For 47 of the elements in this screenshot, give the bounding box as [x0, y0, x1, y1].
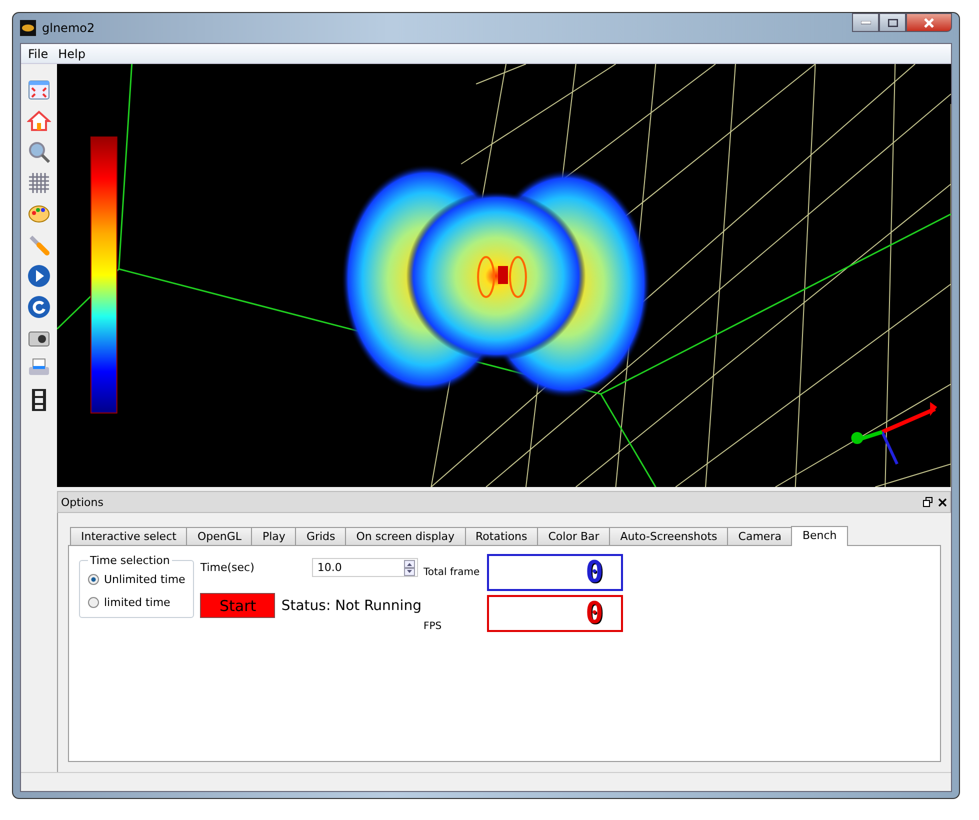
panel-title: Options [61, 496, 104, 508]
grid-icon[interactable] [27, 171, 51, 195]
tab[interactable]: Auto-Screenshots [609, 527, 728, 545]
maximize-button[interactable] [879, 13, 906, 32]
radio-icon[interactable] [88, 597, 99, 608]
menu-item[interactable]: Help [58, 46, 86, 60]
field-label: Time(sec) [200, 561, 254, 574]
close-button[interactable] [906, 13, 952, 32]
3d-viewport[interactable] [57, 64, 951, 487]
minimize-icon [860, 20, 870, 24]
home-icon[interactable] [27, 109, 51, 133]
close-icon [923, 18, 935, 28]
axes-gizmo-icon [851, 402, 938, 465]
reload-icon[interactable] [27, 295, 51, 319]
lcd-display: 0 [487, 554, 624, 591]
zoom-icon[interactable] [27, 140, 51, 164]
tab[interactable]: Rotations [464, 527, 538, 545]
group-title: Time selection [89, 554, 171, 567]
fullscreen-icon[interactable] [27, 78, 51, 102]
tab[interactable]: Play [251, 527, 296, 545]
display-label: Total frame [423, 567, 481, 578]
tab[interactable]: Camera [727, 527, 792, 545]
radio-option[interactable]: Unlimited time [88, 573, 186, 586]
radio-label: Unlimited time [104, 573, 186, 586]
tab[interactable]: OpenGL [186, 527, 252, 545]
radio-icon[interactable] [88, 574, 99, 585]
radio-option[interactable]: limited time [88, 596, 186, 609]
menu-item[interactable]: File [28, 46, 48, 60]
play-icon[interactable] [27, 264, 51, 288]
minimize-button[interactable] [852, 13, 879, 32]
tab[interactable]: Interactive select [70, 527, 188, 545]
radio-label: limited time [104, 596, 170, 609]
lcd-display: 0 [487, 595, 624, 632]
window-title: glnemo2 [42, 21, 95, 35]
tab[interactable]: Color Bar [537, 527, 610, 545]
maximize-icon [888, 18, 898, 26]
time-spinbox[interactable]: 10.0 [312, 558, 418, 577]
close-icon[interactable] [938, 498, 947, 506]
start-button[interactable]: Start [200, 593, 276, 618]
tab[interactable]: Bench [791, 526, 848, 546]
float-icon[interactable] [923, 497, 933, 507]
tab[interactable]: Grids [295, 527, 346, 545]
status-text: Status: Not Running [281, 598, 422, 614]
tab[interactable]: On screen display [345, 527, 466, 545]
spin-arrows-icon[interactable] [404, 560, 416, 576]
app-icon [20, 20, 36, 36]
display-label: FPS [423, 621, 443, 632]
